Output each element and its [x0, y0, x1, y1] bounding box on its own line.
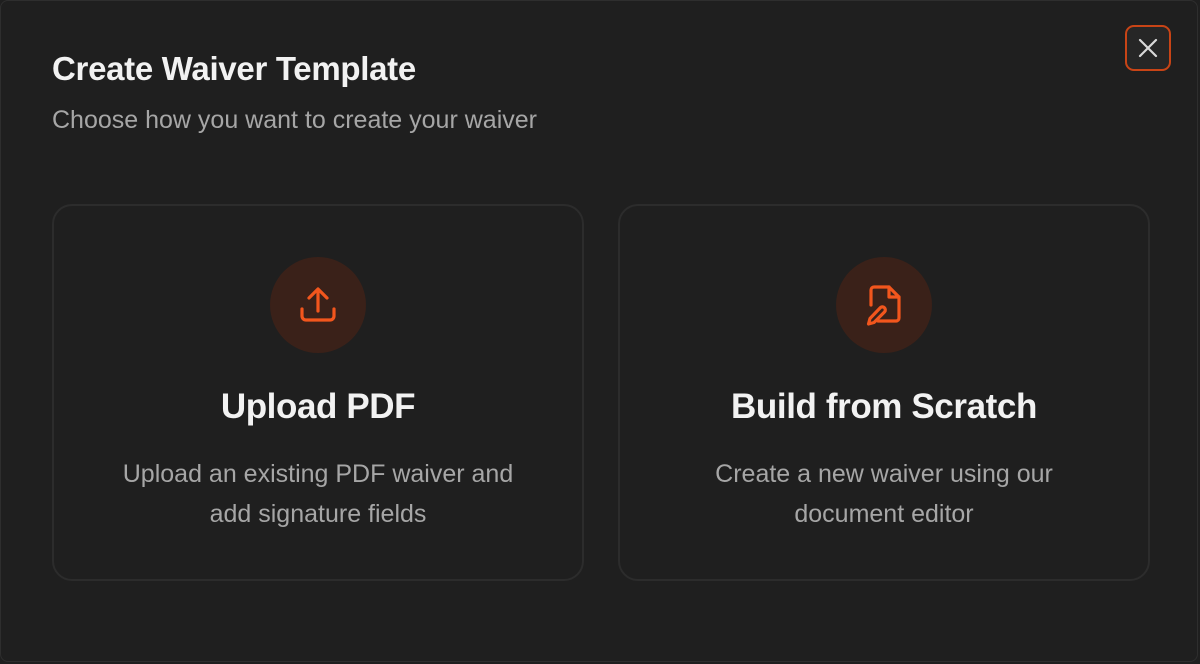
upload-icon: [300, 287, 336, 322]
upload-icon-circle: [270, 257, 366, 353]
file-edit-icon-circle: [836, 257, 932, 353]
upload-pdf-option[interactable]: Upload PDF Upload an existing PDF waiver…: [52, 204, 584, 581]
file-edit-icon: [866, 285, 901, 326]
dialog-title: Create Waiver Template: [52, 50, 416, 87]
build-from-scratch-option[interactable]: Build from Scratch Create a new waiver u…: [618, 204, 1150, 581]
create-waiver-dialog: Create Waiver Template Choose how you wa…: [0, 0, 1198, 662]
build-from-scratch-title: Build from Scratch: [731, 387, 1037, 426]
build-from-scratch-description: Create a new waiver using our document e…: [715, 460, 1053, 528]
x-icon: [1138, 38, 1158, 58]
close-button[interactable]: [1125, 25, 1171, 71]
upload-pdf-description: Upload an existing PDF waiver and add si…: [122, 460, 514, 528]
upload-pdf-title: Upload PDF: [220, 387, 416, 426]
dialog-subtitle: Choose how you want to create your waive…: [52, 106, 537, 134]
